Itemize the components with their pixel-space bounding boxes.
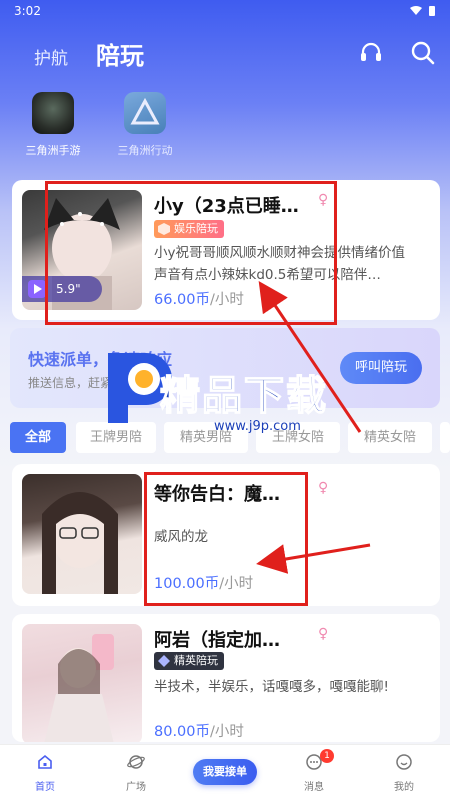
bottom-navigation: 首页 广场 我要接单 消息 1 我的 <box>0 744 450 800</box>
nav-messages[interactable]: 消息 <box>284 753 344 793</box>
planet-icon <box>127 755 145 769</box>
nav-mine[interactable]: 我的 <box>374 753 434 793</box>
face-icon <box>396 754 412 770</box>
home-icon <box>38 754 52 769</box>
accept-orders-button[interactable]: 我要接单 <box>193 759 257 785</box>
nav-square[interactable]: 广场 <box>106 753 166 793</box>
messages-badge: 1 <box>320 749 334 763</box>
annotation-arrows <box>256 281 371 574</box>
nav-home[interactable]: 首页 <box>15 753 75 793</box>
